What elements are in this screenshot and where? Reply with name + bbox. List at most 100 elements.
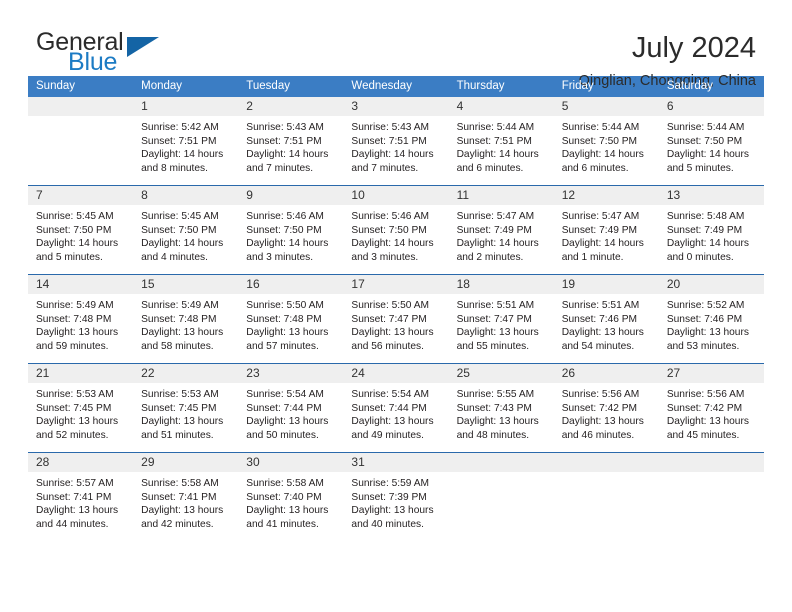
day-cell-inner: 7 Sunrise: 5:45 AM Sunset: 7:50 PM Daylight…: [28, 186, 134, 274]
day-detail-line: Daylight: 14 hours: [561, 149, 644, 161]
calendar-day-cell[interactable]: 8 Sunrise: 5:45 AM Sunset: 7:50 PM Daylight…: [133, 185, 239, 275]
day-cell-details: Sunrise: 5:44 AM Sunset: 7:51 PM Daylight:…: [449, 116, 554, 175]
day-detail-line: and 7 minutes.: [246, 162, 314, 174]
weekday-header-thursday: Thursday: [448, 76, 554, 97]
calendar-day-cell[interactable]: 24 Sunrise: 5:54 AM Sunset: 7:44 PM Dayligh…: [343, 363, 449, 453]
day-cell-details: Sunrise: 5:45 AM Sunset: 7:50 PM Daylight:…: [28, 205, 133, 264]
day-number: 8: [133, 186, 239, 205]
calendar-day-cell[interactable]: 1 Sunrise: 5:42 AM Sunset: 7:51 PM Daylight…: [133, 97, 239, 186]
calendar-day-cell[interactable]: 29 Sunrise: 5:58 AM Sunset: 7:41 PM Dayligh…: [133, 452, 239, 541]
brand-logo[interactable]: General Blue: [28, 29, 208, 81]
day-cell-details: Sunrise: 5:47 AM Sunset: 7:49 PM Daylight:…: [554, 205, 659, 264]
day-detail-line: Sunrise: 5:44 AM: [666, 122, 745, 133]
calendar-day-cell[interactable]: 2 Sunrise: 5:43 AM Sunset: 7:51 PM Daylight…: [238, 97, 344, 186]
day-detail-line: and 50 minutes.: [246, 429, 319, 441]
day-cell-details: Sunrise: 5:50 AM Sunset: 7:48 PM Daylight:…: [238, 294, 343, 353]
day-detail-line: Daylight: 14 hours: [246, 238, 329, 250]
day-cell-inner: 19 Sunrise: 5:51 AM Sunset: 7:46 PM Dayligh…: [553, 275, 659, 363]
day-detail-line: Sunrise: 5:42 AM: [141, 122, 219, 133]
calendar-day-cell[interactable]: 18 Sunrise: 5:51 AM Sunset: 7:47 PM Dayligh…: [448, 274, 554, 364]
day-detail-line: and 2 minutes.: [456, 251, 524, 263]
day-detail-line: Daylight: 13 hours: [36, 327, 119, 339]
day-detail-line: Sunset: 7:48 PM: [141, 313, 217, 325]
day-detail-line: Daylight: 14 hours: [36, 238, 119, 250]
day-detail-line: Sunrise: 5:55 AM: [456, 389, 535, 400]
day-number: 30: [238, 453, 344, 472]
day-cell-details: Sunrise: 5:59 AM Sunset: 7:39 PM Daylight:…: [343, 472, 448, 531]
day-detail-line: Daylight: 13 hours: [246, 416, 329, 428]
day-detail-line: and 7 minutes.: [351, 162, 419, 174]
day-cell-details: Sunrise: 5:46 AM Sunset: 7:50 PM Daylight:…: [238, 205, 343, 264]
day-number: 1: [133, 97, 239, 116]
calendar-day-cell[interactable]: 28 Sunrise: 5:57 AM Sunset: 7:41 PM Dayligh…: [28, 452, 134, 541]
day-cell-details: Sunrise: 5:48 AM Sunset: 7:49 PM Daylight:…: [659, 205, 764, 264]
calendar-day-cell[interactable]: 12 Sunrise: 5:47 AM Sunset: 7:49 PM Dayligh…: [553, 185, 659, 275]
day-detail-line: Daylight: 13 hours: [561, 416, 644, 428]
calendar-day-cell[interactable]: 30 Sunrise: 5:58 AM Sunset: 7:40 PM Dayligh…: [238, 452, 344, 541]
calendar-day-cell[interactable]: 4 Sunrise: 5:44 AM Sunset: 7:51 PM Daylight…: [448, 97, 554, 186]
day-number: 21: [28, 364, 134, 383]
day-detail-line: Daylight: 14 hours: [351, 149, 434, 161]
calendar-day-cell[interactable]: 11 Sunrise: 5:47 AM Sunset: 7:49 PM Dayligh…: [448, 185, 554, 275]
day-detail-line: Sunrise: 5:56 AM: [666, 389, 745, 400]
day-number: 10: [343, 186, 449, 205]
day-detail-line: and 52 minutes.: [36, 429, 109, 441]
calendar-day-cell[interactable]: 16 Sunrise: 5:50 AM Sunset: 7:48 PM Dayligh…: [238, 274, 344, 364]
day-detail-line: Daylight: 13 hours: [246, 505, 329, 517]
day-detail-line: Sunset: 7:46 PM: [666, 313, 743, 325]
day-cell-inner: 26 Sunrise: 5:56 AM Sunset: 7:42 PM Dayligh…: [553, 364, 659, 452]
day-cell-details: Sunrise: 5:52 AM Sunset: 7:46 PM Daylight:…: [659, 294, 764, 353]
day-detail-line: Daylight: 13 hours: [351, 416, 434, 428]
calendar-day-cell[interactable]: 9 Sunrise: 5:46 AM Sunset: 7:50 PM Daylight…: [238, 185, 344, 275]
day-detail-line: Sunset: 7:48 PM: [36, 313, 112, 325]
day-detail-line: Sunrise: 5:47 AM: [561, 211, 640, 222]
calendar-day-cell[interactable]: 15 Sunrise: 5:49 AM Sunset: 7:48 PM Dayligh…: [133, 274, 239, 364]
day-detail-line: Sunrise: 5:54 AM: [246, 389, 324, 400]
calendar-day-cell[interactable]: 31 Sunrise: 5:59 AM Sunset: 7:39 PM Dayligh…: [343, 452, 449, 541]
calendar-day-cell[interactable]: 10 Sunrise: 5:46 AM Sunset: 7:50 PM Dayligh…: [343, 185, 449, 275]
calendar-day-cell[interactable]: 3 Sunrise: 5:43 AM Sunset: 7:51 PM Daylight…: [343, 97, 449, 186]
day-cell-inner: 11 Sunrise: 5:47 AM Sunset: 7:49 PM Dayligh…: [448, 186, 554, 274]
calendar-day-cell[interactable]: 17 Sunrise: 5:50 AM Sunset: 7:47 PM Dayligh…: [343, 274, 449, 364]
day-detail-line: and 42 minutes.: [141, 518, 214, 530]
page-title: July 2024: [631, 32, 756, 64]
day-detail-line: Daylight: 14 hours: [141, 238, 224, 250]
calendar-day-cell[interactable]: 20 Sunrise: 5:52 AM Sunset: 7:46 PM Dayligh…: [658, 274, 764, 364]
day-cell-details: [449, 472, 554, 477]
day-detail-line: Daylight: 13 hours: [141, 327, 224, 339]
day-detail-line: Daylight: 13 hours: [141, 416, 224, 428]
calendar-day-cell[interactable]: 6 Sunrise: 5:44 AM Sunset: 7:50 PM Daylight…: [658, 97, 764, 186]
day-detail-line: Sunrise: 5:52 AM: [666, 300, 745, 311]
day-cell-details: Sunrise: 5:44 AM Sunset: 7:50 PM Daylight:…: [554, 116, 659, 175]
day-detail-line: Sunset: 7:47 PM: [351, 313, 427, 325]
day-cell-details: Sunrise: 5:58 AM Sunset: 7:40 PM Daylight:…: [238, 472, 343, 531]
day-detail-line: Daylight: 13 hours: [351, 327, 434, 339]
day-cell-details: Sunrise: 5:45 AM Sunset: 7:50 PM Daylight:…: [133, 205, 238, 264]
day-detail-line: and 41 minutes.: [246, 518, 319, 530]
day-detail-line: Sunset: 7:49 PM: [456, 224, 532, 236]
calendar-day-cell[interactable]: 26 Sunrise: 5:56 AM Sunset: 7:42 PM Dayligh…: [553, 363, 659, 453]
day-cell-details: Sunrise: 5:44 AM Sunset: 7:50 PM Daylight:…: [659, 116, 764, 175]
day-detail-line: Daylight: 14 hours: [561, 238, 644, 250]
day-detail-line: Sunrise: 5:48 AM: [666, 211, 745, 222]
calendar-day-cell[interactable]: 7 Sunrise: 5:45 AM Sunset: 7:50 PM Daylight…: [28, 185, 134, 275]
day-cell-details: Sunrise: 5:56 AM Sunset: 7:42 PM Daylight:…: [554, 383, 659, 442]
day-number: 16: [238, 275, 344, 294]
calendar-day-cell[interactable]: 14 Sunrise: 5:49 AM Sunset: 7:48 PM Dayligh…: [28, 274, 134, 364]
calendar-day-cell[interactable]: 27 Sunrise: 5:56 AM Sunset: 7:42 PM Dayligh…: [658, 363, 764, 453]
calendar-day-cell[interactable]: 21 Sunrise: 5:53 AM Sunset: 7:45 PM Dayligh…: [28, 363, 134, 453]
calendar-day-cell[interactable]: 19 Sunrise: 5:51 AM Sunset: 7:46 PM Dayligh…: [553, 274, 659, 364]
day-detail-line: Sunset: 7:46 PM: [561, 313, 638, 325]
day-detail-line: and 55 minutes.: [456, 340, 530, 352]
day-detail-line: Sunset: 7:50 PM: [666, 135, 743, 147]
calendar-day-cell[interactable]: 25 Sunrise: 5:55 AM Sunset: 7:43 PM Dayligh…: [448, 363, 554, 453]
calendar-day-cell[interactable]: 23 Sunrise: 5:54 AM Sunset: 7:44 PM Dayligh…: [238, 363, 344, 453]
calendar-day-cell[interactable]: 13 Sunrise: 5:48 AM Sunset: 7:49 PM Dayligh…: [658, 185, 764, 275]
day-cell-inner: 16 Sunrise: 5:50 AM Sunset: 7:48 PM Dayligh…: [238, 275, 344, 363]
day-cell-inner: 28 Sunrise: 5:57 AM Sunset: 7:41 PM Dayligh…: [28, 453, 134, 541]
day-number: 9: [238, 186, 344, 205]
day-cell-details: [554, 472, 659, 477]
day-cell-inner: 31 Sunrise: 5:59 AM Sunset: 7:39 PM Dayligh…: [343, 453, 449, 541]
calendar-day-cell[interactable]: 22 Sunrise: 5:53 AM Sunset: 7:45 PM Dayligh…: [133, 363, 239, 453]
calendar-day-cell[interactable]: 5 Sunrise: 5:44 AM Sunset: 7:50 PM Daylight…: [553, 97, 659, 186]
